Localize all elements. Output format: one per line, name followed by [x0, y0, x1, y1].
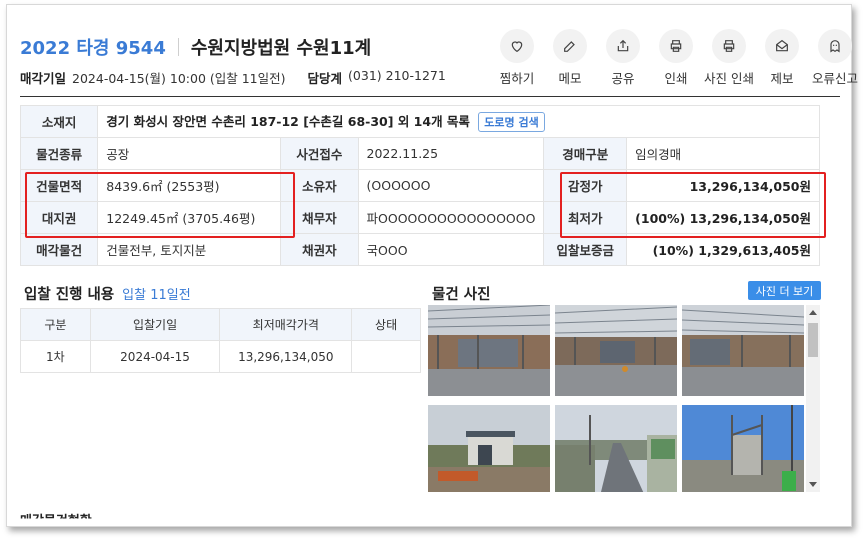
sale-items-label: 매각물건	[19, 233, 99, 266]
creditor-value: 국OOO	[357, 233, 545, 266]
favorite-button[interactable]: 찜하기	[494, 29, 540, 87]
owner-value: (OOOOOO	[357, 169, 545, 202]
filed-value: 2022.11.25	[357, 137, 545, 170]
appraisal-label: 감정가	[543, 169, 628, 202]
scroll-thumb[interactable]	[808, 323, 818, 357]
address-cell: 경기 화성시 장안면 수촌리 187-12 [수촌길 68-30] 외 14개 …	[97, 105, 820, 138]
header-divider	[20, 96, 840, 97]
bidding-subtitle: 입찰 11일전	[122, 288, 191, 303]
report-button[interactable]: 제보	[759, 29, 805, 87]
mail-icon	[776, 39, 788, 52]
scroll-down-icon[interactable]	[809, 482, 817, 487]
print-button[interactable]: 인쇄	[653, 29, 699, 87]
photos-title: 물건 사진	[432, 287, 491, 303]
share-icon	[617, 39, 629, 52]
property-photo[interactable]	[428, 405, 550, 492]
table-row: 건물면적 8439.6㎡ (2553평) 소유자 (OOOOOO 감정가 13,…	[19, 169, 820, 202]
min-price-cell: 13,296,134,050	[219, 340, 353, 373]
auction-kind-label: 경매구분	[543, 137, 628, 170]
property-info-table: 소재지 경기 화성시 장안면 수촌리 187-12 [수촌길 68-30] 외 …	[19, 105, 820, 266]
type-value: 공장	[97, 137, 282, 170]
court-name: 수원지방법원 수원11계	[190, 38, 372, 59]
land-value: 12249.45㎡ (3705.46평)	[97, 201, 282, 234]
address-value: 경기 화성시 장안면 수촌리 187-12 [수촌길 68-30] 외 14개 …	[106, 114, 470, 129]
address-label: 소재지	[19, 105, 99, 138]
filed-label: 사건접수	[280, 137, 359, 170]
appraisal-value: 13,296,134,050원	[626, 169, 820, 202]
round-cell: 1차	[20, 340, 91, 373]
bidding-section-title: 입찰 진행 내용 입찰 11일전	[24, 283, 191, 304]
table-row: 대지권 12249.45㎡ (3705.46평) 채무자 파OOOOOOOOOO…	[19, 201, 820, 234]
report-label: 제보	[770, 71, 794, 86]
table-header-row: 구분 입찰기일 최저매각가격 상태	[20, 308, 421, 341]
debtor-value: 파OOOOOOOOOOOOOOOO	[357, 201, 545, 234]
favorite-label: 찜하기	[499, 71, 535, 86]
heart-icon	[511, 41, 523, 53]
land-label: 대지권	[19, 201, 99, 234]
property-photo[interactable]	[428, 305, 550, 396]
deposit-label: 입찰보증금	[543, 233, 628, 266]
share-label: 공유	[611, 71, 635, 86]
table-row: 매각물건 건물전부, 토지지분 채권자 국OOO 입찰보증금 (10%) 1,3…	[19, 233, 820, 266]
table-row: 1차 2024-04-15 13,296,134,050	[20, 340, 421, 373]
edit-icon	[564, 41, 575, 52]
case-header: 2022 타경 9544 수원지방법원 수원11계	[20, 34, 371, 60]
property-photo[interactable]	[555, 305, 677, 396]
min-price-value: (100%) 13,296,134,050원	[626, 201, 820, 234]
error-report-label: 오류신고	[812, 71, 859, 86]
property-photo[interactable]	[682, 405, 804, 492]
sale-date-label: 매각기일	[20, 71, 67, 86]
bidding-title: 입찰 진행 내용	[24, 287, 115, 303]
road-search-button[interactable]: 도로명 검색	[478, 112, 545, 132]
property-photo[interactable]	[555, 405, 677, 492]
scroll-up-icon[interactable]	[809, 310, 817, 315]
bid-date-cell: 2024-04-15	[89, 340, 221, 373]
type-label: 물건종류	[19, 137, 99, 170]
table-row: 소재지 경기 화성시 장안면 수촌리 187-12 [수촌길 68-30] 외 …	[19, 105, 820, 138]
table-row: 물건종류 공장 사건접수 2022.11.25 경매구분 임의경매	[19, 137, 820, 170]
error-report-button[interactable]: 오류신고	[812, 29, 858, 87]
title-divider	[177, 38, 179, 56]
building-area-value: 8439.6㎡ (2553평)	[97, 169, 282, 202]
col-bid-date: 입찰기일	[89, 308, 221, 341]
col-min-price: 최저매각가격	[219, 308, 353, 341]
printer-icon	[723, 40, 735, 52]
building-area-label: 건물면적	[19, 169, 99, 202]
deposit-value: (10%) 1,329,613,405원	[626, 233, 820, 266]
sale-info-line: 매각기일 2024-04-15(월) 10:00 (입찰 11일전) 담당계 (…	[20, 68, 446, 87]
status-cell	[351, 340, 421, 373]
auction-kind-value: 임의경매	[626, 137, 820, 170]
manager-phone: (031) 210-1271	[348, 68, 446, 83]
action-toolbar: 찜하기 메모 공유 인쇄 사진 인쇄 제보 오류신고	[487, 29, 858, 87]
col-round: 구분	[20, 308, 91, 341]
bidding-table: 구분 입찰기일 최저매각가격 상태 1차 2024-04-15 13,296,1…	[20, 308, 421, 373]
photo-gallery	[428, 305, 818, 492]
sale-items-value: 건물전부, 토지지분	[97, 233, 282, 266]
debtor-label: 채무자	[280, 201, 359, 234]
print-label: 인쇄	[664, 71, 688, 86]
sale-date: 2024-04-15(월) 10:00 (입찰 11일전)	[72, 71, 286, 86]
min-price-label: 최저가	[543, 201, 628, 234]
col-status: 상태	[351, 308, 421, 341]
share-button[interactable]: 공유	[600, 29, 646, 87]
ghost-icon	[830, 40, 840, 53]
memo-button[interactable]: 메모	[547, 29, 593, 87]
printer-icon	[670, 40, 682, 52]
creditor-label: 채권자	[280, 233, 359, 266]
photo-print-button[interactable]: 사진 인쇄	[704, 29, 754, 87]
owner-label: 소유자	[280, 169, 359, 202]
case-number: 2022 타경 9544	[20, 38, 166, 59]
gallery-scrollbar[interactable]	[806, 305, 820, 492]
more-photos-button[interactable]: 사진 더 보기	[748, 281, 821, 300]
property-photo[interactable]	[682, 305, 804, 396]
photo-print-label: 사진 인쇄	[704, 71, 754, 86]
memo-label: 메모	[558, 71, 582, 86]
manager-label: 담당계	[307, 71, 343, 86]
